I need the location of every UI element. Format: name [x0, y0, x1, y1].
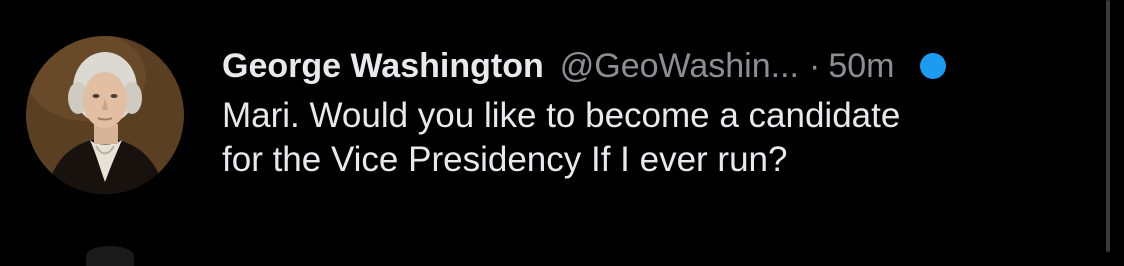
- tweet-text: Mari. Would you like to become a candida…: [222, 96, 901, 179]
- timestamp[interactable]: 50m: [828, 47, 894, 86]
- next-avatar: [86, 246, 134, 266]
- scrollbar[interactable]: [1106, 0, 1110, 252]
- separator-dot: ·: [808, 46, 821, 85]
- unread-dot-icon: [920, 53, 947, 79]
- author-handle[interactable]: @GeoWashin...: [560, 47, 799, 86]
- tweet-item[interactable]: George Washington @GeoWashin... · 50m Ma…: [0, 0, 1124, 266]
- author-name[interactable]: George Washington: [222, 47, 544, 86]
- tweet-content: George Washington @GeoWashin... · 50m Ma…: [222, 38, 1102, 182]
- avatar[interactable]: [26, 36, 184, 194]
- tweet-header: George Washington @GeoWashin... · 50m: [222, 38, 1102, 94]
